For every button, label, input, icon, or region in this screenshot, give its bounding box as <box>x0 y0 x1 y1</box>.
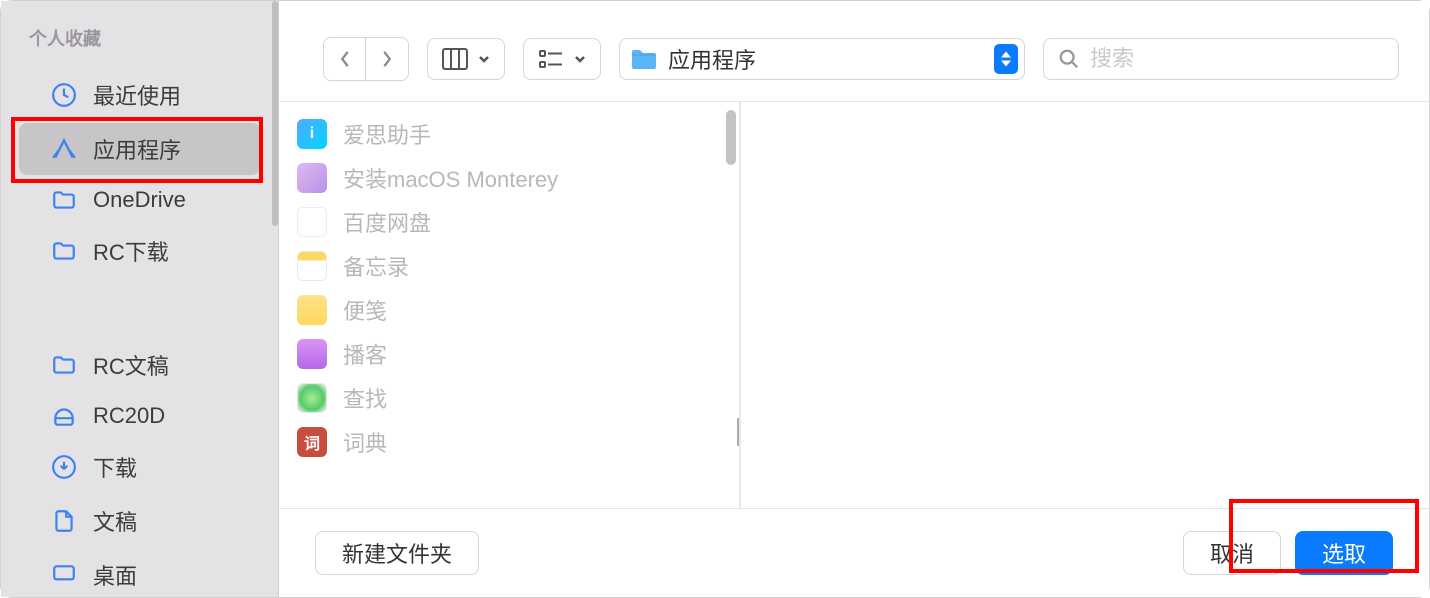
sidebar-item-documents[interactable]: 文稿 <box>19 495 260 547</box>
sidebar-item-rc-downloads[interactable]: RC下载 <box>19 225 260 277</box>
updown-arrows-icon <box>994 44 1018 74</box>
file-label: 备忘录 <box>343 250 409 282</box>
chevron-down-icon <box>478 55 490 63</box>
toolbar: 应用程序 <box>279 1 1429 101</box>
app-icon <box>297 383 327 413</box>
file-item[interactable]: 百度网盘 <box>279 200 739 244</box>
file-label: 查找 <box>343 382 387 414</box>
sidebar-item-desktop[interactable]: 桌面 <box>19 549 260 597</box>
folder-icon <box>51 238 77 264</box>
columns-icon <box>442 48 468 70</box>
sidebar-item-label: RC文稿 <box>93 349 169 381</box>
chevron-down-icon <box>574 55 586 63</box>
sidebar-item-label: 文稿 <box>93 505 137 537</box>
app-icon <box>297 295 327 325</box>
app-icon <box>297 251 327 281</box>
sidebar-item-label: 最近使用 <box>93 79 181 111</box>
file-column[interactable]: i爱思助手安装macOS Monterey百度网盘备忘录便笺播客查找词词典 <box>279 102 739 508</box>
sidebar-item-applications[interactable]: 应用程序 <box>19 123 260 175</box>
chevron-right-icon <box>380 50 394 68</box>
nav-group <box>323 37 409 81</box>
document-icon <box>51 508 77 534</box>
apps-icon <box>51 136 77 162</box>
cancel-button[interactable]: 取消 <box>1183 531 1281 575</box>
sidebar-item-label: RC下载 <box>93 235 169 267</box>
column-divider[interactable] <box>739 102 741 508</box>
clock-icon <box>51 82 77 108</box>
app-icon <box>297 339 327 369</box>
folder-icon <box>51 187 77 213</box>
drag-handle-icon <box>737 418 744 446</box>
file-label: 爱思助手 <box>343 118 431 150</box>
chevron-left-icon <box>338 50 352 68</box>
file-label: 便笺 <box>343 294 387 326</box>
file-item[interactable]: 备忘录 <box>279 244 739 288</box>
file-label: 词典 <box>343 426 387 458</box>
content-area: i爱思助手安装macOS Monterey百度网盘备忘录便笺播客查找词词典 <box>279 101 1429 509</box>
folder-icon <box>630 47 658 71</box>
forward-button[interactable] <box>366 38 408 80</box>
location-label: 应用程序 <box>668 43 984 75</box>
search-field-container <box>1043 38 1399 80</box>
sidebar-section-favorites: 个人收藏 <box>1 21 278 67</box>
new-folder-button[interactable]: 新建文件夹 <box>315 531 479 575</box>
app-icon: i <box>297 119 327 149</box>
sidebar-item-rc20d[interactable]: RC20D <box>19 393 260 439</box>
folder-icon <box>51 352 77 378</box>
bottom-bar: 新建文件夹 取消 选取 <box>279 509 1429 597</box>
file-label: 播客 <box>343 338 387 370</box>
sidebar: 个人收藏 最近使用 应用程序 OneDrive RC下载 <box>1 1 279 597</box>
sidebar-item-label: 桌面 <box>93 559 137 591</box>
file-item[interactable]: 词词典 <box>279 420 739 464</box>
group-mode-button[interactable] <box>523 38 601 80</box>
search-icon <box>1058 48 1080 70</box>
search-input[interactable] <box>1090 46 1384 72</box>
app-icon: 词 <box>297 427 327 457</box>
file-item[interactable]: 查找 <box>279 376 739 420</box>
sidebar-item-label: 下载 <box>93 451 137 483</box>
file-item[interactable]: 安装macOS Monterey <box>279 156 739 200</box>
desktop-icon <box>51 562 77 588</box>
preview-column <box>741 102 1429 508</box>
sidebar-item-label: 应用程序 <box>93 133 181 165</box>
file-label: 安装macOS Monterey <box>343 162 558 194</box>
sidebar-item-recents[interactable]: 最近使用 <box>19 69 260 121</box>
sidebar-item-rc-documents[interactable]: RC文稿 <box>19 339 260 391</box>
download-icon <box>51 454 77 480</box>
app-icon <box>297 207 327 237</box>
view-mode-columns-button[interactable] <box>427 38 505 80</box>
sidebar-item-label: RC20D <box>93 403 165 429</box>
sidebar-item-downloads[interactable]: 下载 <box>19 441 260 493</box>
disk-icon <box>51 403 77 429</box>
sidebar-item-onedrive[interactable]: OneDrive <box>19 177 260 223</box>
file-item[interactable]: 便笺 <box>279 288 739 332</box>
app-icon <box>297 163 327 193</box>
file-item[interactable]: 播客 <box>279 332 739 376</box>
select-button[interactable]: 选取 <box>1295 531 1393 575</box>
main-panel: 应用程序 i爱思助手安装macOS Monterey百度网盘备忘录便笺播客查找词… <box>279 1 1429 597</box>
back-button[interactable] <box>324 38 366 80</box>
group-icon <box>538 48 564 70</box>
file-item[interactable]: i 爱思助手 <box>279 112 739 156</box>
location-dropdown[interactable]: 应用程序 <box>619 38 1025 80</box>
file-label: 百度网盘 <box>343 206 431 238</box>
sidebar-item-label: OneDrive <box>93 187 186 213</box>
